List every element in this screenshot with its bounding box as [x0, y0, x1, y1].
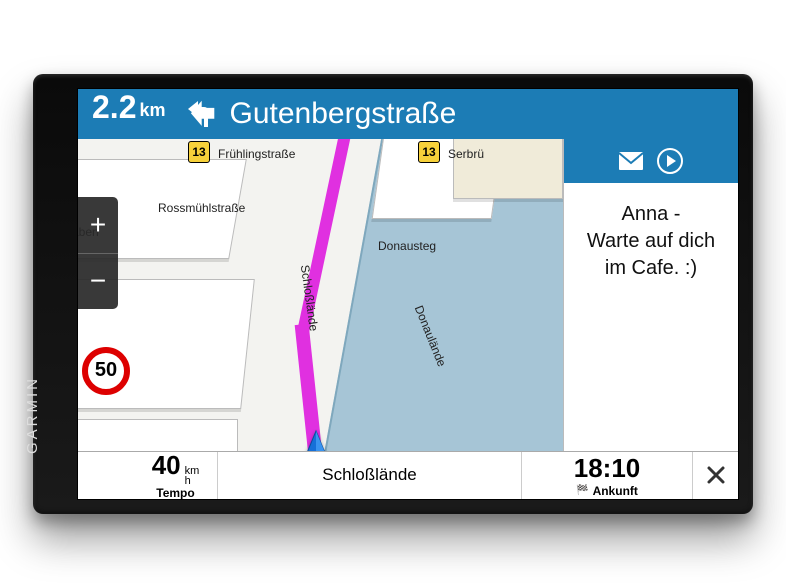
map-view[interactable]: 13 13 Frühlingstraße Serbrü Rossmühlstra… — [78, 139, 563, 451]
eta-label: Ankunft — [593, 484, 638, 498]
gps-device: GARMIN 2.2 km Gutenbergstraße 13 — [33, 74, 753, 514]
play-icon[interactable] — [656, 147, 684, 175]
road-label: Donausteg — [378, 239, 436, 253]
speed-value: 40 — [152, 450, 181, 481]
direction-bar[interactable]: 2.2 km Gutenbergstraße — [78, 89, 738, 139]
distance-value: 2.2 — [92, 89, 136, 126]
status-bar: 40 km h Tempo Schloßlände 18:10 🏁 Ankunf… — [78, 451, 738, 499]
close-icon — [706, 465, 726, 485]
road-label: Serbrü — [448, 147, 484, 161]
zoom-out-button[interactable]: − — [78, 253, 118, 309]
speed-limit-sign: 50 — [82, 347, 130, 395]
notification-header[interactable] — [564, 139, 738, 183]
turn-left-icon — [186, 96, 220, 132]
next-street-name: Gutenbergstraße — [230, 97, 457, 131]
notification-message: Anna - Warte auf dich im Cafe. :) — [564, 183, 738, 300]
eta-value: 18:10 — [574, 453, 641, 484]
notification-line: Warte auf dich — [572, 228, 730, 255]
notification-line: Anna - — [572, 201, 730, 228]
current-road[interactable]: Schloßlände — [218, 452, 522, 499]
notification-panel: Anna - Warte auf dich im Cafe. :) — [563, 139, 738, 451]
mail-icon — [618, 151, 644, 171]
road-label: Frühlingstraße — [218, 147, 295, 161]
brand-label: GARMIN — [24, 376, 41, 454]
speed-unit-bottom: h — [185, 477, 191, 487]
distance-unit: km — [139, 100, 165, 121]
current-speed[interactable]: 40 km h Tempo — [78, 452, 218, 499]
highway-shield: 13 — [188, 141, 210, 163]
arrival-time[interactable]: 18:10 🏁 Ankunft — [522, 452, 692, 499]
screen: 2.2 km Gutenbergstraße 13 13 Frühlingstr… — [77, 88, 739, 500]
notification-line: im Cafe. :) — [572, 255, 730, 282]
highway-shield: 13 — [418, 141, 440, 163]
road-label: Rossmühlstraße — [158, 201, 245, 215]
next-turn-distance: 2.2 km — [78, 89, 176, 139]
destination-flag-icon: 🏁 — [576, 485, 588, 496]
speed-label: Tempo — [156, 486, 194, 499]
close-button[interactable] — [692, 452, 738, 499]
zoom-in-button[interactable]: + — [78, 197, 118, 253]
